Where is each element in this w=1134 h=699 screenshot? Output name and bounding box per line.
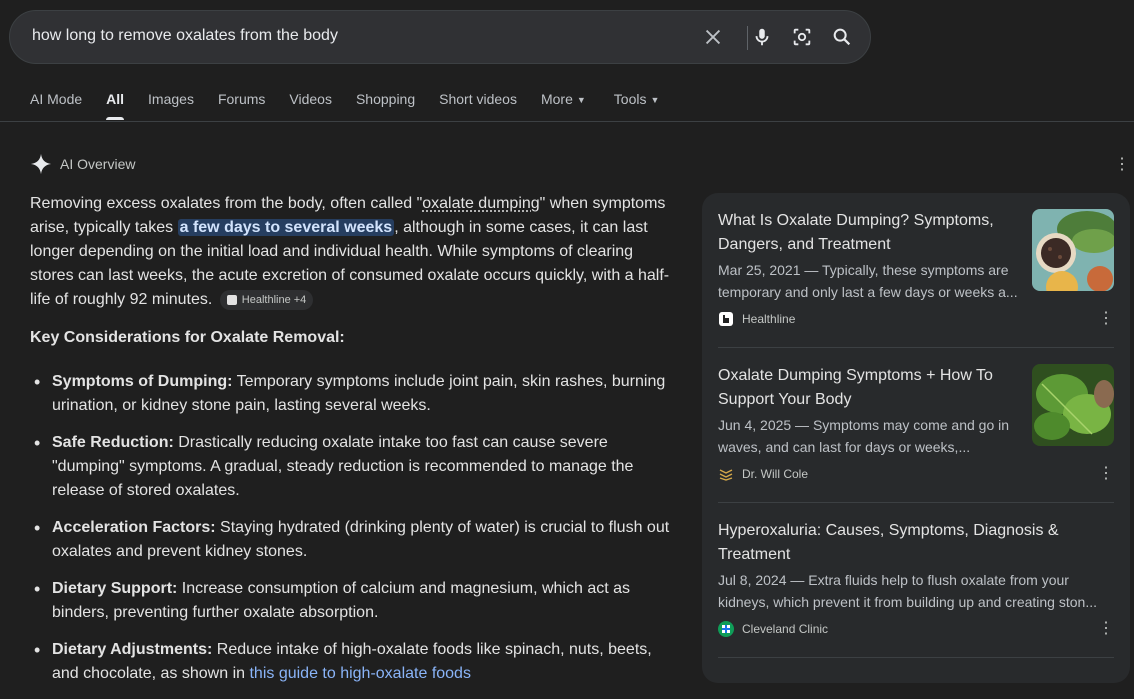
caret-down-icon: ▼ xyxy=(650,95,659,105)
tab-forums[interactable]: Forums xyxy=(218,91,265,121)
source-chip-label: Healthline +4 xyxy=(242,288,307,312)
ai-overview-summary: Removing excess oxalates from the body, … xyxy=(30,192,670,312)
tab-tools[interactable]: Tools ▼ xyxy=(614,91,660,121)
tabs-divider xyxy=(0,121,1134,122)
cleveland-clinic-logo-icon xyxy=(718,621,734,637)
source-site[interactable]: Cleveland Clinic xyxy=(718,621,828,637)
high-oxalate-guide-link[interactable]: this guide to high-oxalate foods xyxy=(249,665,470,682)
sources-panel: What Is Oxalate Dumping? Symptoms, Dange… xyxy=(702,193,1130,683)
tab-more-label: More xyxy=(541,91,573,107)
source-card[interactable]: Oxalate Dumping Symptoms + How To Suppor… xyxy=(718,348,1114,503)
key-considerations-heading: Key Considerations for Oxalate Removal: xyxy=(30,329,345,347)
source-thumbnail[interactable] xyxy=(1032,364,1114,446)
card-divider xyxy=(718,657,1114,658)
tab-shopping[interactable]: Shopping xyxy=(356,91,415,121)
oxalate-dumping-link[interactable]: oxalate dumping xyxy=(422,195,539,212)
tab-tools-label: Tools xyxy=(614,91,647,107)
tab-more[interactable]: More ▼ xyxy=(541,91,586,121)
summary-text-1: Removing excess oxalates from the body, … xyxy=(30,195,422,212)
tab-all[interactable]: All xyxy=(106,91,124,121)
source-snippet: Jun 4, 2025 — Symptoms may come and go i… xyxy=(718,414,1028,458)
search-bar[interactable]: how long to remove oxalates from the bod… xyxy=(9,10,871,64)
list-item: Dietary Support: Increase consumption of… xyxy=(30,577,670,625)
ai-overview-title: AI Overview xyxy=(60,156,135,172)
search-divider xyxy=(747,26,748,50)
list-item: Dietary Adjustments: Reduce intake of hi… xyxy=(30,638,670,686)
source-site-name: Dr. Will Cole xyxy=(742,467,808,481)
source-snippet: Jul 8, 2024 — Extra fluids help to flush… xyxy=(718,569,1114,613)
dr-will-cole-logo-icon xyxy=(718,466,734,482)
tab-videos[interactable]: Videos xyxy=(289,91,332,121)
point-label: Acceleration Factors: xyxy=(52,519,216,536)
source-thumbnail[interactable] xyxy=(1032,209,1114,291)
search-icon[interactable] xyxy=(830,25,854,49)
source-card[interactable]: What Is Oxalate Dumping? Symptoms, Dange… xyxy=(718,193,1114,348)
source-site[interactable]: Dr. Will Cole xyxy=(718,466,808,482)
tab-ai-mode[interactable]: AI Mode xyxy=(30,91,82,121)
healthline-favicon-icon xyxy=(227,295,237,305)
healthline-logo-icon xyxy=(718,311,734,327)
ai-overview-header: AI Overview xyxy=(30,153,135,175)
microphone-icon[interactable] xyxy=(750,25,774,49)
camera-lens-icon[interactable] xyxy=(790,25,814,49)
search-input[interactable]: how long to remove oxalates from the bod… xyxy=(32,27,338,45)
more-options-icon[interactable]: ⋮ xyxy=(1114,157,1130,173)
source-title[interactable]: What Is Oxalate Dumping? Symptoms, Dange… xyxy=(718,209,1018,257)
point-label: Symptoms of Dumping: xyxy=(52,373,232,390)
sparkle-icon xyxy=(30,153,52,175)
list-item: Acceleration Factors: Staying hydrated (… xyxy=(30,516,670,564)
point-label: Safe Reduction: xyxy=(52,434,174,451)
more-options-icon[interactable]: ⋮ xyxy=(1098,311,1114,327)
caret-down-icon: ▼ xyxy=(577,95,586,105)
source-site-name: Cleveland Clinic xyxy=(742,622,828,636)
source-title[interactable]: Oxalate Dumping Symptoms + How To Suppor… xyxy=(718,364,1018,412)
source-site-name: Healthline xyxy=(742,312,795,326)
source-site[interactable]: Healthline xyxy=(718,311,795,327)
source-snippet: Mar 25, 2021 — Typically, these symptoms… xyxy=(718,259,1028,303)
clear-icon[interactable] xyxy=(701,25,725,49)
source-chip[interactable]: Healthline +4 xyxy=(220,290,314,310)
source-title[interactable]: Hyperoxaluria: Causes, Symptoms, Diagnos… xyxy=(718,519,1078,567)
point-label: Dietary Adjustments: xyxy=(52,641,212,658)
tab-images[interactable]: Images xyxy=(148,91,194,121)
more-options-icon[interactable]: ⋮ xyxy=(1098,621,1114,637)
highlighted-answer: a few days to several weeks xyxy=(178,219,395,236)
more-options-icon[interactable]: ⋮ xyxy=(1098,466,1114,482)
point-label: Dietary Support: xyxy=(52,580,177,597)
key-considerations-list: Symptoms of Dumping: Temporary symptoms … xyxy=(30,370,670,699)
list-item: Safe Reduction: Drastically reducing oxa… xyxy=(30,431,670,503)
source-card[interactable]: Hyperoxaluria: Causes, Symptoms, Diagnos… xyxy=(718,503,1114,658)
search-tabs: AI Mode All Images Forums Videos Shoppin… xyxy=(30,91,683,121)
list-item: Symptoms of Dumping: Temporary symptoms … xyxy=(30,370,670,418)
tab-short-videos[interactable]: Short videos xyxy=(439,91,517,121)
